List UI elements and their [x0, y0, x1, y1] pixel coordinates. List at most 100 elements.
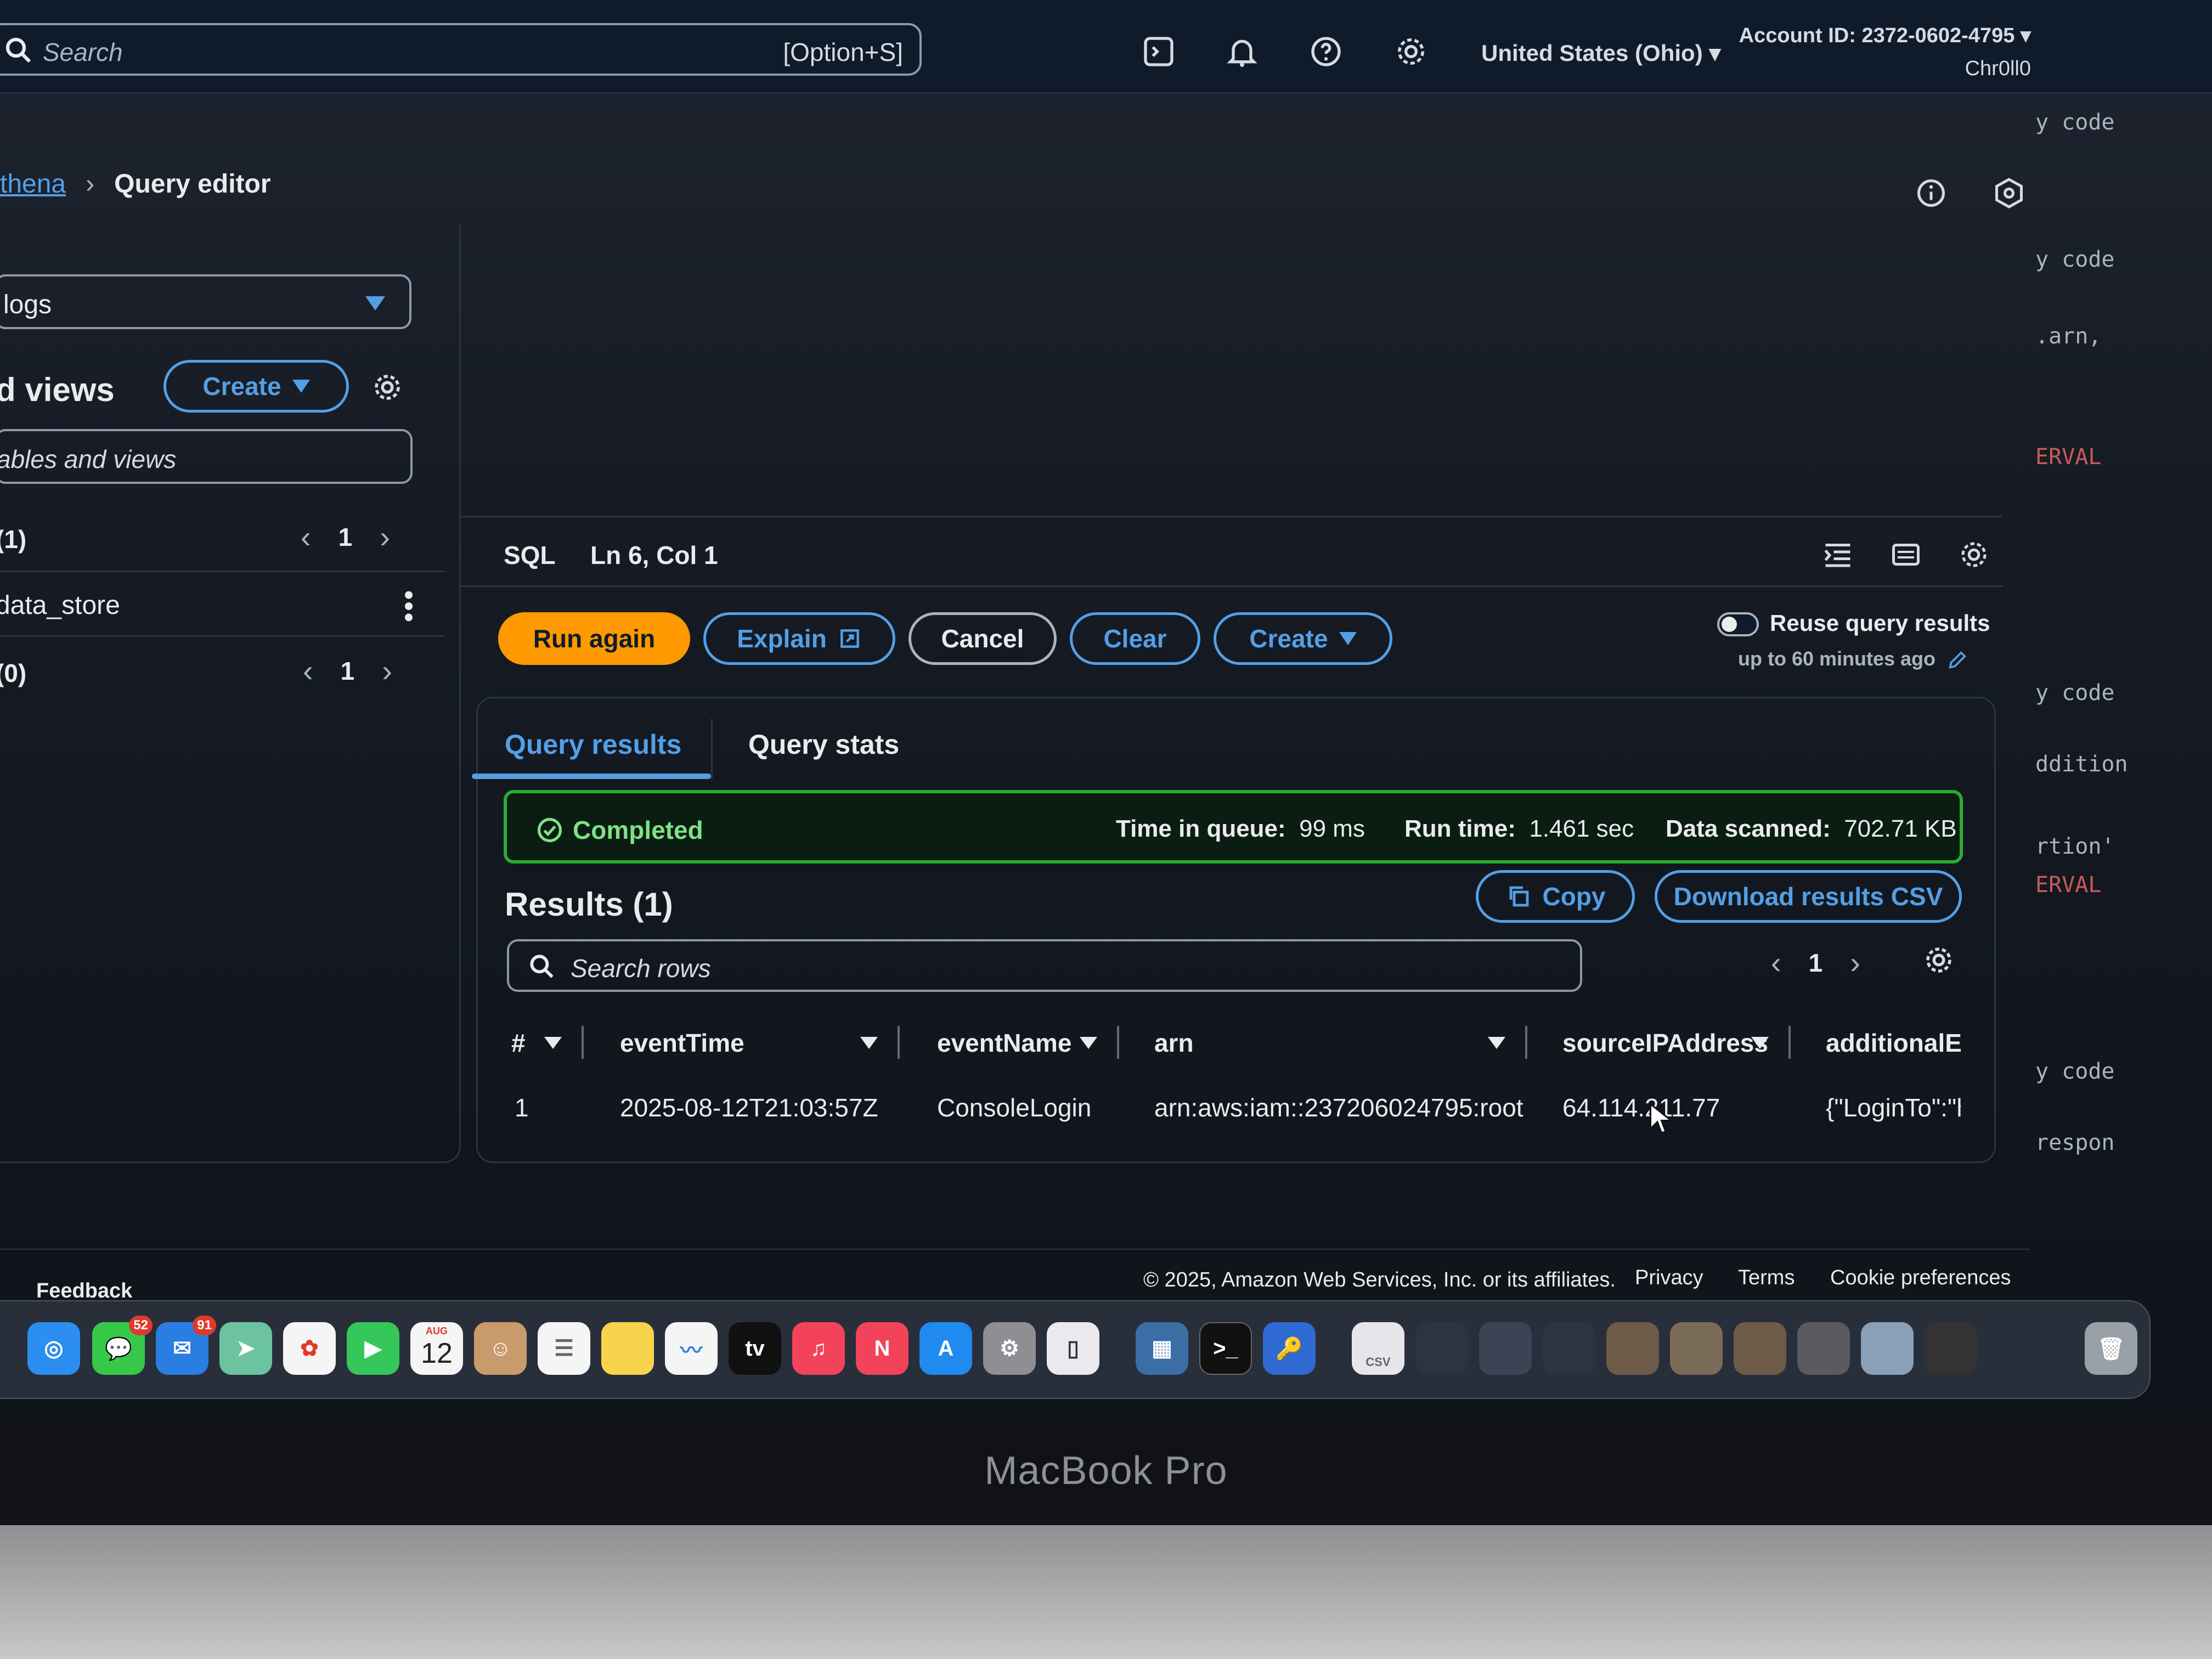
chevron-right-icon[interactable]: › — [382, 653, 392, 689]
gear-icon[interactable] — [1922, 944, 1955, 977]
gear-icon[interactable] — [371, 371, 404, 404]
status-completed: Completed — [535, 815, 703, 845]
breadcrumb-athena-link[interactable]: thena — [0, 170, 66, 199]
photos-icon[interactable]: ✿ — [283, 1322, 336, 1375]
terminal-icon[interactable]: >_ — [1199, 1322, 1252, 1375]
messages-icon[interactable]: 💬 52 — [92, 1316, 153, 1375]
freeform-icon[interactable]: 〰 — [665, 1322, 718, 1375]
cookie-preferences-link[interactable]: Cookie preferences — [1830, 1266, 2011, 1290]
passwords-icon[interactable]: 🔑 — [1263, 1322, 1316, 1375]
feedback-link[interactable]: Feedback — [36, 1279, 132, 1303]
window-thumbnail[interactable] — [1670, 1322, 1723, 1375]
chevron-right-icon[interactable]: › — [380, 519, 390, 555]
trash-icon[interactable]: 🗑 — [2085, 1322, 2137, 1375]
column-header-eventtime[interactable]: eventTime — [620, 1028, 744, 1058]
window-thumbnail[interactable] — [1606, 1322, 1659, 1375]
cancel-button[interactable]: Cancel — [909, 612, 1057, 665]
reminders-icon[interactable]: ☰ — [538, 1322, 590, 1375]
edit-pencil-icon[interactable] — [1946, 649, 1968, 671]
notes-icon[interactable] — [601, 1322, 654, 1375]
contacts-icon[interactable]: ☺ — [474, 1322, 527, 1375]
safari-icon[interactable]: ◎ — [27, 1322, 80, 1375]
tab-query-stats[interactable]: Query stats — [748, 729, 899, 760]
sort-caret-icon[interactable] — [1751, 1037, 1769, 1049]
maps-icon[interactable]: ➤ — [219, 1322, 272, 1375]
sort-caret-icon[interactable] — [544, 1037, 562, 1049]
download-csv-button[interactable]: Download results CSV — [1655, 870, 1962, 923]
iphone-mirroring-icon[interactable]: ▯ — [1047, 1322, 1099, 1375]
search-shortcut: [Option+S] — [783, 38, 903, 66]
create-table-button[interactable]: Create — [163, 360, 349, 413]
chevron-right-icon[interactable]: › — [1850, 945, 1860, 980]
reuse-results-toggle[interactable] — [1717, 612, 1759, 636]
gear-icon[interactable] — [1957, 538, 1990, 571]
explain-button[interactable]: Explain — [703, 612, 895, 665]
bell-icon[interactable] — [1224, 34, 1260, 69]
window-thumbnail[interactable] — [1415, 1322, 1468, 1375]
window-thumbnail[interactable] — [1479, 1322, 1532, 1375]
sort-caret-icon[interactable] — [1488, 1037, 1505, 1049]
window-thumbnail[interactable] — [1925, 1322, 1977, 1375]
search-icon — [5, 37, 31, 63]
column-resizer[interactable] — [582, 1026, 584, 1059]
keyboard-icon[interactable] — [1889, 538, 1922, 571]
region-selector[interactable]: United States (Ohio) ▾ — [1481, 40, 1720, 66]
code-line: respon — [2035, 1130, 2115, 1155]
window-thumbnail[interactable] — [1861, 1322, 1914, 1375]
column-header-eventname[interactable]: eventName — [937, 1028, 1071, 1058]
app-store-icon[interactable]: A — [919, 1322, 972, 1375]
help-icon[interactable] — [1308, 34, 1344, 69]
column-resizer[interactable] — [1788, 1026, 1791, 1059]
sort-caret-icon[interactable] — [860, 1037, 878, 1049]
tab-query-results[interactable]: Query results — [505, 729, 681, 760]
hexagon-settings-icon[interactable] — [1993, 177, 2025, 210]
facetime-icon[interactable]: ▶ — [347, 1322, 399, 1375]
database-select[interactable]: logs — [0, 274, 411, 329]
column-resizer[interactable] — [1117, 1026, 1119, 1059]
laptop-deck — [0, 1525, 2212, 1659]
more-options-icon[interactable] — [403, 587, 414, 625]
copy-button[interactable]: Copy — [1476, 870, 1635, 923]
system-settings-icon[interactable]: ⚙ — [983, 1322, 1036, 1375]
window-thumbnail[interactable] — [1797, 1322, 1850, 1375]
screen: Search [Option+S] United States (Ohio) ▾… — [0, 0, 2212, 1415]
chevron-left-icon[interactable]: ‹ — [301, 519, 311, 555]
column-resizer[interactable] — [898, 1026, 900, 1059]
column-resizer[interactable] — [1525, 1026, 1527, 1059]
chevron-left-icon[interactable]: ‹ — [1771, 945, 1781, 980]
search-rows-input[interactable]: Search rows — [507, 939, 1582, 992]
chevron-left-icon[interactable]: ‹ — [303, 653, 313, 689]
calendar-icon[interactable]: AUG 12 — [410, 1322, 463, 1375]
csv-file-icon[interactable]: CSV — [1352, 1322, 1404, 1375]
cursor-position: Ln 6, Col 1 — [590, 541, 718, 569]
window-thumbnail[interactable] — [1734, 1322, 1786, 1375]
privacy-link[interactable]: Privacy — [1635, 1266, 1703, 1290]
apple-tv-icon[interactable]: tv — [729, 1322, 781, 1375]
column-header-arn[interactable]: arn — [1154, 1028, 1194, 1058]
column-header-index[interactable]: # — [511, 1028, 526, 1058]
table-item[interactable]: data_store — [0, 590, 120, 620]
caret-down-icon — [365, 296, 385, 311]
account-menu[interactable]: Account ID: 2372-0602-4795 ▾ — [1739, 23, 2031, 48]
terms-link[interactable]: Terms — [1738, 1266, 1795, 1290]
run-again-button[interactable]: Run again — [498, 612, 690, 665]
copy-label: Copy — [1542, 882, 1606, 911]
filter-tables-input[interactable]: ables and views — [0, 429, 413, 484]
sort-caret-icon[interactable] — [1080, 1037, 1097, 1049]
mail-icon[interactable]: ✉ 91 — [156, 1316, 216, 1375]
calendar-month: AUG — [426, 1325, 448, 1336]
status-text: Completed — [573, 816, 703, 844]
music-icon[interactable]: ♫ — [792, 1322, 845, 1375]
cloudshell-icon[interactable] — [1141, 34, 1176, 69]
clear-button[interactable]: Clear — [1070, 612, 1200, 665]
info-icon[interactable] — [1915, 177, 1948, 210]
column-header-additionalevent[interactable]: additionalEv — [1826, 1028, 1961, 1058]
window-thumbnail[interactable] — [1543, 1322, 1595, 1375]
preview-icon[interactable]: ▦ — [1136, 1322, 1188, 1375]
format-query-icon[interactable] — [1821, 538, 1854, 571]
create-query-button[interactable]: Create — [1214, 612, 1392, 665]
global-search-input[interactable]: Search [Option+S] — [0, 23, 922, 76]
gear-icon[interactable] — [1393, 34, 1429, 69]
column-header-sourceipaddress[interactable]: sourceIPAddress — [1562, 1028, 1768, 1058]
news-icon[interactable]: N — [856, 1322, 909, 1375]
